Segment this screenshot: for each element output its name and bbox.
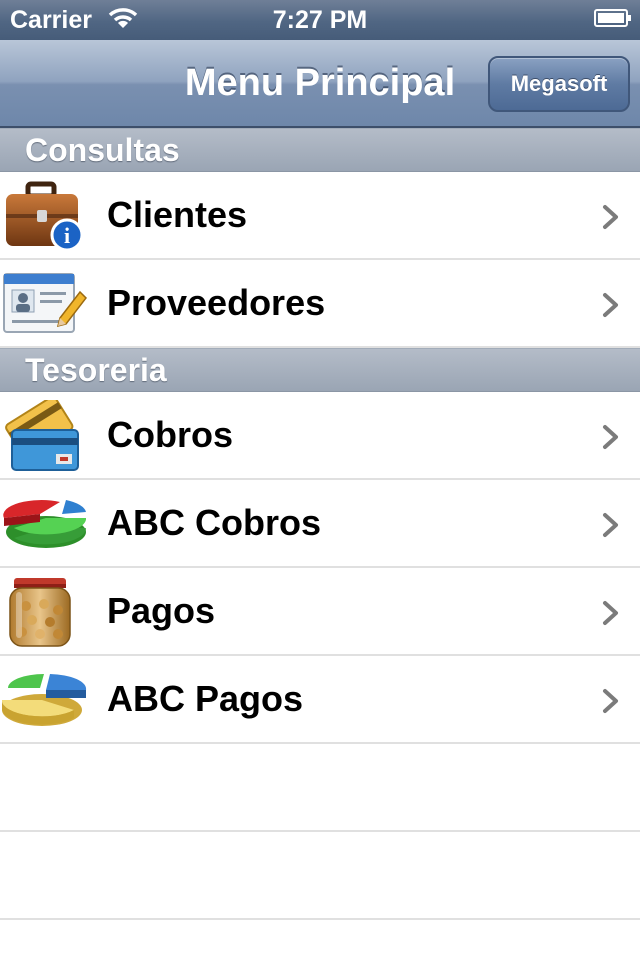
pie-chart-yellow-icon: [1, 674, 87, 726]
empty-row: [0, 832, 640, 920]
chevron-right-icon: [603, 513, 618, 537]
row-label-pagos: Pagos: [107, 590, 216, 631]
svg-text:i: i: [64, 223, 70, 248]
section-header-consultas: Consultas: [0, 128, 640, 172]
chevron-right-icon: [603, 425, 618, 449]
chevron-right-icon: [603, 293, 618, 317]
pie-chart-red-icon: [3, 500, 87, 548]
row-label-cobros: Cobros: [107, 414, 233, 455]
battery-icon: [594, 9, 631, 27]
status-bar: Carrier 7:27 PM: [0, 0, 640, 40]
row-label-proveedores: Proveedores: [107, 282, 326, 323]
row-clientes[interactable]: i Clientes: [0, 172, 640, 260]
coin-jar-icon: [9, 578, 71, 647]
row-cobros[interactable]: Cobros: [0, 392, 640, 480]
row-pagos[interactable]: Pagos: [0, 568, 640, 656]
chevron-right-icon: [603, 601, 618, 625]
row-label-clientes: Clientes: [107, 194, 248, 235]
row-abc-cobros[interactable]: ABC Cobros: [0, 480, 640, 568]
status-time: 7:27 PM: [272, 6, 368, 34]
section-header-tesoreria: Tesoreria: [0, 348, 640, 392]
megasoft-button[interactable]: Megasoft: [488, 56, 630, 112]
credit-cards-icon: [5, 400, 79, 471]
navigation-bar: Menu Principal Megasoft: [0, 40, 640, 128]
row-proveedores[interactable]: Proveedores: [0, 260, 640, 348]
contact-card-pencil-icon: [3, 273, 87, 333]
chevron-right-icon: [603, 689, 618, 713]
briefcase-info-icon: i: [6, 181, 84, 252]
row-abc-pagos[interactable]: ABC Pagos: [0, 656, 640, 744]
row-label-abc-cobros: ABC Cobros: [107, 502, 321, 543]
empty-row: [0, 744, 640, 832]
chevron-right-icon: [603, 205, 618, 229]
row-label-abc-pagos: ABC Pagos: [107, 678, 304, 719]
